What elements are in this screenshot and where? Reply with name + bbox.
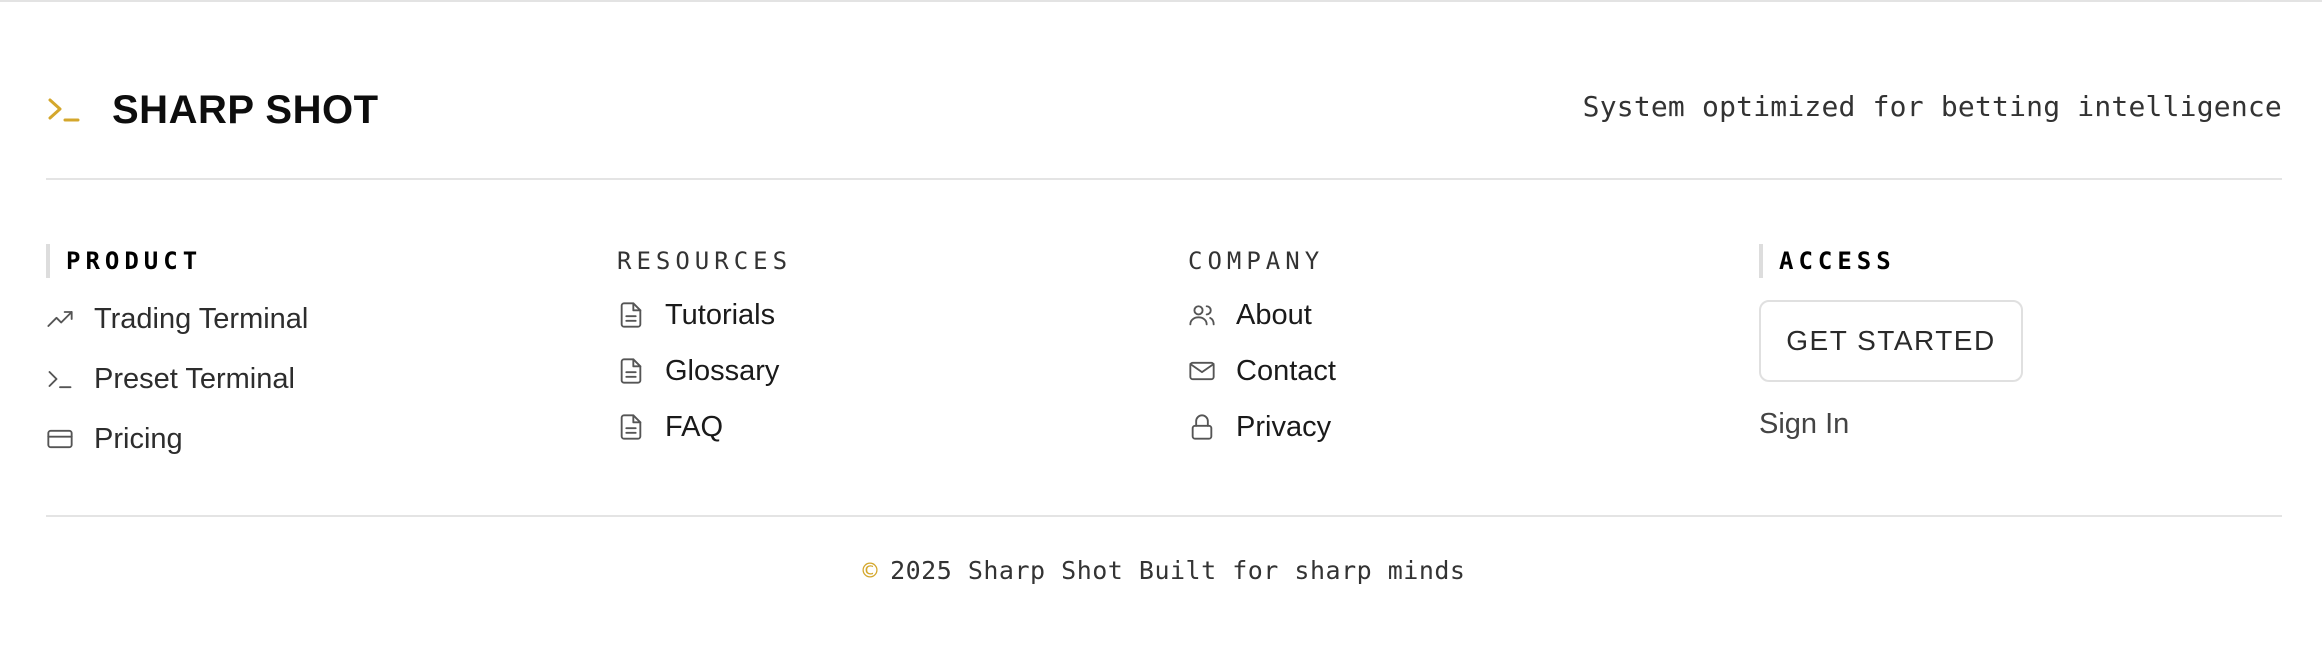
privacy-link[interactable]: Privacy — [1188, 408, 1336, 446]
copyright-symbol: © — [862, 556, 879, 585]
copyright-text: 2025 Sharp Shot Built for sharp minds — [890, 556, 1466, 585]
mail-icon — [1188, 357, 1216, 385]
lock-icon — [1188, 413, 1216, 441]
about-link[interactable]: About — [1188, 296, 1336, 334]
trading-terminal-link[interactable]: Trading Terminal — [46, 300, 308, 338]
terminal-prompt-icon — [46, 95, 82, 125]
access-heading: ACCESS — [1759, 244, 2023, 278]
pricing-link[interactable]: Pricing — [46, 420, 308, 458]
product-heading: PRODUCT — [46, 244, 308, 278]
tutorials-label: Tutorials — [665, 298, 776, 331]
access-column: ACCESS GET STARTED Sign In — [1759, 244, 2023, 441]
trending-up-icon — [46, 305, 74, 333]
pricing-label: Pricing — [94, 422, 183, 455]
divider — [46, 515, 2282, 517]
get-started-button[interactable]: GET STARTED — [1759, 300, 2023, 382]
brand-name: SHARP SHOT — [112, 87, 379, 132]
company-heading: COMPANY — [1188, 247, 1325, 275]
product-column: PRODUCT Trading Terminal Preset Terminal — [46, 244, 308, 458]
brand[interactable]: SHARP SHOT — [46, 82, 379, 138]
document-icon — [617, 357, 645, 385]
document-icon — [617, 301, 645, 329]
company-column: COMPANY About Contact Privacy — [1188, 244, 1336, 446]
resources-column: RESOURCES Tutorials Glossary FAQ — [617, 244, 792, 446]
faq-link[interactable]: FAQ — [617, 408, 792, 446]
copyright: © 2025 Sharp Shot Built for sharp minds — [46, 556, 2282, 585]
privacy-label: Privacy — [1236, 410, 1332, 443]
contact-label: Contact — [1236, 354, 1336, 387]
divider — [46, 178, 2282, 180]
document-icon — [617, 413, 645, 441]
trading-terminal-label: Trading Terminal — [94, 302, 309, 335]
users-icon — [1188, 301, 1216, 329]
glossary-label: Glossary — [665, 354, 780, 387]
resources-heading: RESOURCES — [617, 247, 793, 275]
tutorials-link[interactable]: Tutorials — [617, 296, 792, 334]
contact-link[interactable]: Contact — [1188, 352, 1336, 390]
terminal-icon — [46, 365, 74, 393]
tagline: System optimized for betting intelligenc… — [1582, 90, 2282, 123]
top-border — [0, 0, 2322, 2]
about-label: About — [1236, 298, 1312, 331]
faq-label: FAQ — [665, 410, 724, 443]
credit-card-icon — [46, 425, 74, 453]
preset-terminal-link[interactable]: Preset Terminal — [46, 360, 308, 398]
glossary-link[interactable]: Glossary — [617, 352, 792, 390]
sign-in-link[interactable]: Sign In — [1759, 408, 2023, 441]
preset-terminal-label: Preset Terminal — [94, 362, 295, 395]
